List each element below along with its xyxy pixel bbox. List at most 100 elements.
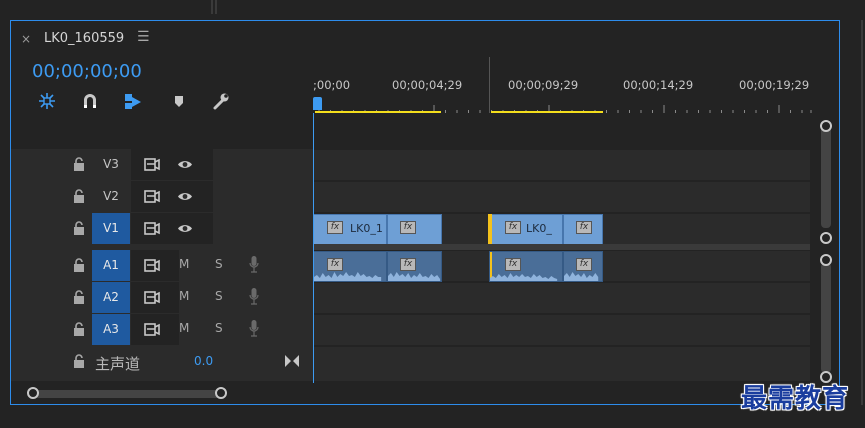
track-name-v2[interactable]: V2 [92,181,130,212]
timeline-header: 00;00;00;00 [11,57,313,149]
mute-button[interactable]: M [179,289,189,303]
sync-lock-icon[interactable] [144,323,160,336]
trim-handle[interactable] [488,214,492,247]
audio-waveform [314,272,382,281]
video-clip[interactable]: fx [387,214,442,245]
go-to-edit-point-icon[interactable] [285,355,299,367]
linked-selection-icon[interactable] [123,91,143,111]
lock-icon[interactable] [73,354,85,368]
lock-icon[interactable] [73,322,85,336]
eye-icon[interactable] [177,223,193,234]
ruler-label: 00;00;19;29 [739,78,810,92]
eye-icon[interactable] [177,191,193,202]
track-name-a3[interactable]: A3 [92,314,130,345]
add-marker-icon[interactable] [169,91,189,111]
scroll-knob[interactable] [820,254,832,266]
timeline-panel: × LK0_160559 ☰ 00;00;00;00 ;00;00 00;00;… [10,20,840,405]
solo-button[interactable]: S [215,321,223,335]
lane-v3[interactable] [313,149,810,180]
video-clip[interactable]: fx LK0_ [488,214,563,247]
panel-menu-icon[interactable]: ☰ [137,29,150,45]
audio-scroll-track[interactable] [821,263,831,373]
track-name-a2[interactable]: A2 [92,282,130,313]
top-strip [0,0,865,18]
sync-lock-icon[interactable] [144,291,160,304]
lock-icon[interactable] [73,157,85,171]
insert-nest-icon[interactable] [37,91,57,111]
clip-name: LK0_1 [350,222,383,235]
close-tab-button[interactable]: × [21,32,31,46]
fx-badge: fx [505,221,521,234]
playhead-handle[interactable] [313,97,322,110]
lane-v1[interactable]: fx LK0_1 fx fx LK0_ fx [313,213,810,247]
video-clip[interactable]: fx LK0_1 [313,214,387,245]
audio-clip[interactable]: fx [489,251,563,282]
sync-lock-icon[interactable] [144,259,160,272]
panel-tab-bar: × LK0_160559 ☰ [11,21,839,57]
sync-lock-icon[interactable] [144,158,160,171]
fx-badge: fx [576,221,592,234]
audio-clip[interactable]: fx [387,251,442,282]
right-panel-edge [842,20,865,405]
horizontal-zoom-scrollbar[interactable] [11,383,839,404]
fx-badge: fx [400,221,416,234]
settings-wrench-icon[interactable] [211,91,231,111]
track-header-v2: V2 [11,181,313,212]
audio-waveform [490,273,558,281]
mute-button[interactable]: M [179,321,189,335]
track-name-a1[interactable]: A1 [92,250,130,281]
lock-icon[interactable] [73,221,85,235]
top-strip-segment [0,0,213,14]
lane-v2[interactable] [313,181,810,212]
solo-button[interactable]: S [215,257,223,271]
lock-icon[interactable] [73,258,85,272]
sequence-tab-title[interactable]: LK0_160559 [44,31,124,46]
lane-a1[interactable]: fx fx fx fx [313,250,810,282]
track-lanes[interactable]: fx LK0_1 fx fx LK0_ fx fx fx fx fx [313,113,818,381]
vertical-scrollbar[interactable] [818,113,834,383]
track-header-v1: V1 [11,213,313,244]
lock-icon[interactable] [73,290,85,304]
eye-icon[interactable] [177,159,193,170]
track-header-a1: A1 M S [11,250,313,281]
track-name-v3[interactable]: V3 [92,149,130,180]
track-headers: V3 V2 V1 A1 M S A2 M S A3 M S 主声道 0.0 [11,149,313,381]
mute-button[interactable]: M [179,257,189,271]
audio-clip[interactable]: fx [563,251,603,282]
track-name-v1[interactable]: V1 [92,213,130,244]
zoom-knob-left[interactable] [27,387,39,399]
microphone-icon[interactable] [249,256,259,273]
top-strip-segment [215,0,865,14]
scroll-knob[interactable] [820,120,832,132]
panel-edge-line [861,20,863,405]
playhead-timecode[interactable]: 00;00;00;00 [32,61,142,82]
track-header-a3: A3 M S [11,314,313,345]
microphone-icon[interactable] [249,320,259,337]
video-scroll-track[interactable] [821,126,831,228]
ruler-label: 00;00;04;29 [392,78,463,92]
track-header-v3: V3 [11,149,313,180]
audio-waveform [564,272,599,281]
lane-a3[interactable] [313,314,810,345]
video-clip[interactable]: fx [563,214,603,245]
master-volume-value[interactable]: 0.0 [194,354,213,368]
zoom-knob-right[interactable] [215,387,227,399]
sync-lock-icon[interactable] [144,190,160,203]
scroll-knob[interactable] [820,232,832,244]
playhead-line [313,113,314,383]
sync-lock-icon[interactable] [144,222,160,235]
master-track-name: 主声道 [95,355,141,373]
microphone-icon[interactable] [249,288,259,305]
lock-icon[interactable] [73,189,85,203]
watermark-text: 最需教育 [741,384,850,414]
lane-a2[interactable] [313,282,810,313]
track-header-a2: A2 M S [11,282,313,313]
zoom-scroll-track[interactable] [33,390,221,398]
ruler-label: 00;00;14;29 [623,78,694,92]
audio-clip[interactable]: fx [313,251,387,282]
snap-magnet-icon[interactable] [80,91,100,111]
ruler-label: 00;00;09;29 [508,78,579,92]
track-header-master: 主声道 0.0 [11,346,313,381]
solo-button[interactable]: S [215,289,223,303]
lane-master[interactable] [313,346,810,381]
